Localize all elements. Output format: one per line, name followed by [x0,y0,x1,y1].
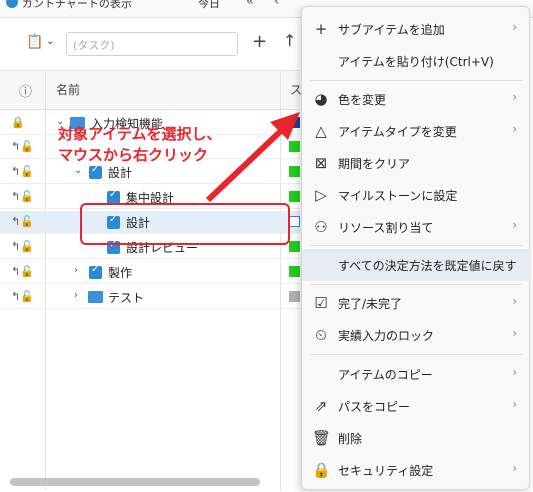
menu-separator [310,245,523,246]
plus-icon: + [314,20,328,38]
arrow-up-icon[interactable]: ↑ [283,31,296,50]
menu-item-milestone[interactable]: ▷ マイルストーンに設定 [302,179,531,211]
menu-item-label: パスをコピー [338,400,411,414]
lock-link-icon: ↰🔓 [11,165,34,178]
trash-icon: 🗑 [312,429,332,447]
status-badge [289,291,300,302]
folder-icon [88,291,103,303]
task-input[interactable]: (タスク) [66,32,238,56]
gantt-icon [6,0,18,8]
menu-item-assign-resource[interactable]: ⚇ リソース割り当て › [302,211,531,243]
lock-clock-icon: ⏲ [315,326,327,344]
table-row[interactable]: ↰🔓 › テスト [0,286,300,309]
menu-item-label: アイテムタイプを変更 [338,125,457,139]
menu-item-label: 色を変更 [338,93,387,107]
chevron-right-icon: › [512,365,517,379]
context-menu: + サブアイテムを追加 › アイテムを貼り付け(Ctrl+V) ◕ 色を変更 ›… [301,6,531,490]
person-add-icon: ⚇ [314,218,328,236]
chevron-right-icon: › [512,461,517,475]
menu-item-copy-path[interactable]: ⇗ パスをコピー › [302,390,531,422]
lock-link-icon: ↰🔓 [11,190,34,203]
info-icon: ⓘ [19,85,33,100]
flag-icon: ▷ [315,186,327,204]
add-icon[interactable]: + [252,31,267,52]
gantt-view-label[interactable]: ガントチャートの表示 [22,0,132,11]
menu-separator [310,354,523,355]
lock-link-icon: ↰🔓 [11,240,34,253]
menu-item-label: マイルストーンに設定 [338,189,458,203]
menu-item-label: 期間をクリア [338,157,411,171]
chevron-right-icon: › [512,20,517,34]
menu-item-label: セキュリティ設定 [338,464,434,478]
menu-item-add-subitem[interactable]: + サブアイテムを追加 › [302,13,531,45]
annotation-line-1: 対象アイテムを選択し、 [58,125,222,143]
shapes-icon: △ [315,122,327,140]
clipboard-icon[interactable]: 📋 [26,34,43,50]
chevron-right-icon[interactable]: › [74,290,78,301]
chevron-right-icon: › [512,294,517,308]
lock-link-icon: ↰🔓 [11,140,34,153]
menu-item-lock-actuals[interactable]: ⏲ 実績入力のロック › [302,319,531,351]
row-label: テスト [108,291,145,305]
status-badge [289,241,300,252]
annotation-line-2: マウスから右クリック [58,146,209,164]
lock-link-icon: ↰🔓 [11,215,34,228]
today-button[interactable]: 今日 [198,0,220,11]
status-badge [289,216,300,227]
calendar-x-icon: ⊠ [314,154,328,172]
menu-item-clear-period[interactable]: ⊠ 期間をクリア [302,147,531,179]
horizontal-scrollbar[interactable] [10,478,260,486]
checkbox-icon: ☑ [314,294,328,312]
chevron-right-icon: › [512,90,517,104]
menu-item-security[interactable]: 🔒 セキュリティ設定 › [302,454,531,486]
menu-item-label: アイテムのコピー [338,368,433,382]
menu-item-label: アイテムを貼り付け(Ctrl+V) [338,55,494,69]
chevron-right-icon: › [512,397,517,411]
menu-item-label: リソース割り当て [338,221,434,235]
lock-icon: 🔒 [11,116,25,129]
menu-item-reset-methods[interactable]: すべての決定方法を既定値に戻す [302,249,531,281]
status-badge [289,266,300,277]
chevron-right-icon: › [512,218,517,232]
chevron-left-icon[interactable]: ‹ [274,0,279,9]
menu-item-label: 実績入力のロック [338,329,435,343]
row-label: 設計 [108,166,133,180]
chevron-down-icon[interactable]: ⌄ [74,165,82,176]
palette-icon: ◕ [314,90,328,108]
annotation-text: 対象アイテムを選択し、 マウスから右クリック [58,124,258,166]
menu-item-label: 完了/未完了 [338,297,403,311]
share-icon: ⇗ [314,397,328,415]
chevron-right-icon: › [512,326,517,340]
task-icon [89,164,102,179]
menu-item-label: サブアイテムを追加 [338,23,445,37]
lock-link-icon: ↰🔓 [11,265,34,278]
menu-item-label: すべての決定方法を既定値に戻す [338,259,517,273]
task-icon [89,264,102,279]
column-header-name[interactable]: 名前 [56,81,80,98]
table-row[interactable]: ↰🔓 › 製作 [0,261,300,284]
menu-separator [310,284,523,285]
menu-item-change-type[interactable]: △ アイテムタイプを変更 › [302,115,531,147]
menu-item-delete[interactable]: 🗑 削除 [302,422,531,454]
menu-item-copy-item[interactable]: アイテムのコピー › [302,358,531,390]
double-chevron-left-icon[interactable]: « [246,0,254,9]
chevron-right-icon: › [512,122,517,136]
menu-item-label: 削除 [338,432,363,446]
row-label: 製作 [108,266,133,280]
lock-icon: 🔒 [312,461,331,479]
chevron-right-icon[interactable]: › [74,265,78,276]
chevron-down-icon[interactable]: ⌄ [46,36,54,47]
menu-item-change-color[interactable]: ◕ 色を変更 › [302,83,531,115]
menu-item-paste[interactable]: アイテムを貼り付け(Ctrl+V) [302,45,531,77]
menu-item-complete-toggle[interactable]: ☑ 完了/未完了 › [302,287,531,319]
menu-separator [310,80,523,81]
lock-link-icon: ↰🔓 [11,290,34,303]
